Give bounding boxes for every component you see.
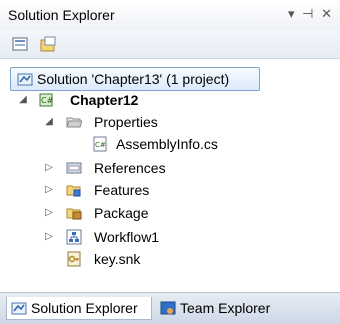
tree-item-key-snk[interactable]: key.snk (0, 248, 340, 270)
tree-item-project[interactable]: ◢ C# Chapter12 (0, 89, 340, 111)
dropdown-icon[interactable]: ▾ (288, 6, 297, 21)
show-all-files-button[interactable] (40, 36, 58, 52)
package-icon (66, 208, 82, 220)
tab-solution-explorer[interactable]: Solution Explorer (6, 297, 152, 320)
panel-title: Solution Explorer (8, 7, 115, 23)
window-controls[interactable]: ▾ ⊣ ✕ (288, 6, 334, 22)
collapse-icon[interactable]: ◢ (18, 95, 28, 105)
collapse-icon[interactable]: ◢ (44, 117, 54, 127)
tree-item-package[interactable]: ▷ Package (0, 202, 340, 224)
pin-icon[interactable]: ⊣ (302, 6, 315, 21)
expand-icon[interactable]: ▷ (44, 185, 54, 195)
csharp-project-icon: C# (39, 93, 54, 107)
folder-open-icon (66, 117, 82, 128)
expand-icon[interactable]: ▷ (44, 208, 54, 218)
project-label: Chapter12 (70, 92, 139, 108)
tab-label: Solution Explorer (31, 300, 138, 316)
properties-button[interactable] (12, 36, 30, 52)
tab-team-explorer[interactable]: Team Explorer (158, 297, 294, 319)
solution-explorer-icon (11, 302, 27, 315)
references-icon (66, 162, 82, 174)
tab-label: Team Explorer (180, 300, 271, 316)
workflow-icon (66, 229, 82, 245)
team-explorer-icon (160, 301, 176, 315)
show-all-files-icon (40, 36, 56, 52)
item-label: Features (94, 182, 150, 198)
properties-icon (12, 37, 28, 51)
item-label: Workflow1 (94, 229, 160, 245)
tree-item-features[interactable]: ▷ Features (0, 179, 340, 201)
tree-item-solution[interactable]: Solution 'Chapter13' (1 project) (10, 67, 260, 91)
svg-text:C#: C# (95, 141, 106, 149)
close-icon[interactable]: ✕ (321, 6, 334, 21)
svg-text:C#: C# (41, 96, 54, 105)
tree-item-references[interactable]: ▷ References (0, 157, 340, 179)
item-label: key.snk (94, 251, 141, 267)
expand-icon[interactable]: ▷ (44, 232, 54, 242)
item-label: AssemblyInfo.cs (116, 136, 218, 152)
item-label: Properties (94, 114, 158, 130)
solution-label: Solution 'Chapter13' (1 project) (37, 71, 230, 87)
tree-item-assemblyinfo[interactable]: C# AssemblyInfo.cs (0, 133, 340, 155)
tree-item-properties[interactable]: ◢ Properties (0, 111, 340, 133)
item-label: Package (94, 205, 149, 221)
features-icon (66, 185, 81, 197)
key-file-icon (67, 251, 81, 267)
tree-item-workflow1[interactable]: ▷ Workflow1 (0, 226, 340, 248)
item-label: References (94, 160, 166, 176)
expand-icon[interactable]: ▷ (44, 163, 54, 173)
solution-icon (17, 73, 33, 86)
csharp-file-icon: C# (93, 136, 107, 152)
